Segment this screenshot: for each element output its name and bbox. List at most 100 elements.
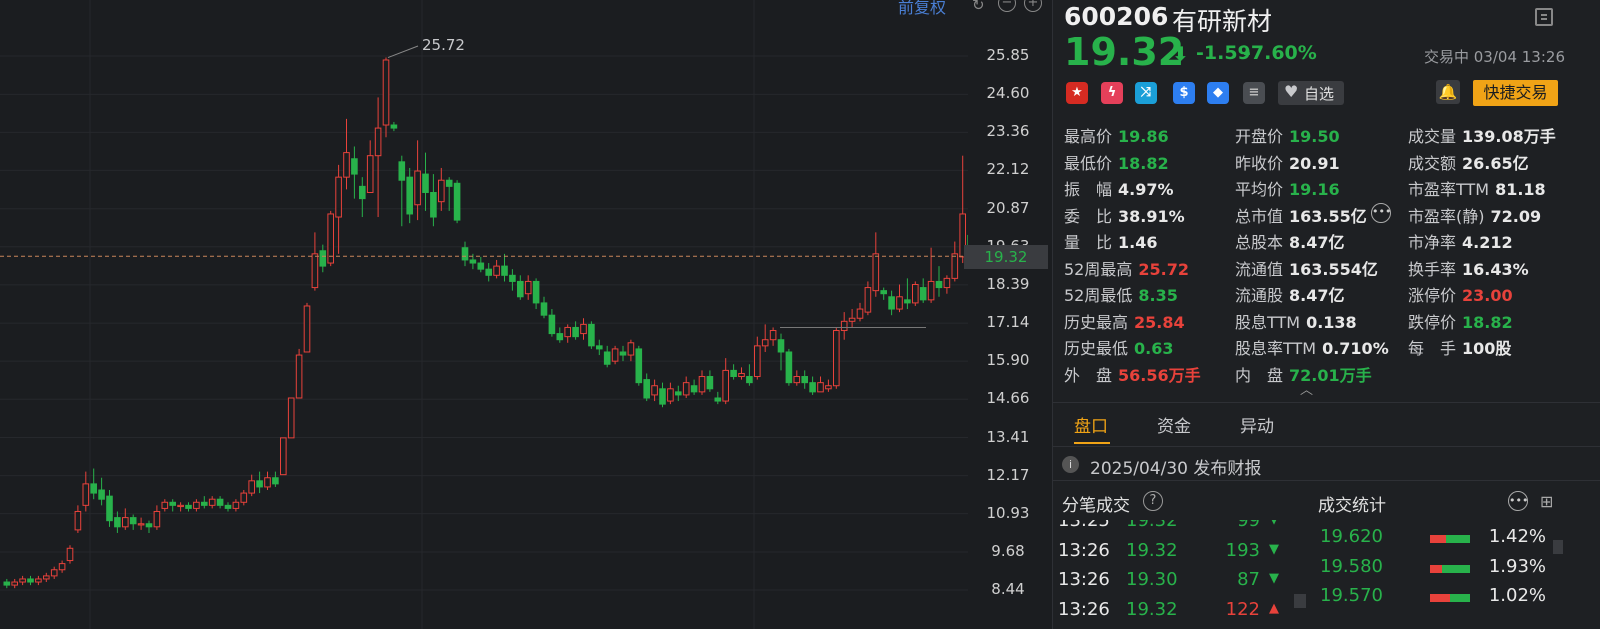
stats-more-icon[interactable]: ••• — [1508, 491, 1528, 511]
adjust-mode-label[interactable]: 前复权 — [898, 0, 946, 18]
price-axis-tick: 15.90 — [986, 351, 1030, 370]
candle-body — [730, 369, 737, 378]
collapse-chevron-icon[interactable]: ︿ — [1300, 379, 1313, 398]
stat-bar — [1430, 594, 1470, 602]
stat-label: 换手率 — [1408, 259, 1457, 279]
candle-body — [445, 179, 453, 187]
candle-body — [422, 173, 429, 193]
candle-body — [675, 391, 682, 396]
trade-price: 19.32 — [1126, 520, 1178, 531]
stat-item: 总市值 163.55亿 — [1235, 203, 1367, 227]
grid-icon[interactable]: ⊞ — [1540, 492, 1553, 511]
stat-item: 开盘价 19.50 — [1235, 123, 1340, 147]
down-arrow-icon: ⬇ — [1172, 42, 1189, 66]
current-price-tag: 19.32 — [964, 245, 1048, 269]
notes-icon[interactable]: ≡ — [1243, 82, 1265, 104]
stat-pct: 1.93% — [1488, 555, 1546, 577]
connect-icon[interactable]: ⤨ — [1135, 82, 1157, 104]
candle-body — [761, 339, 769, 347]
candle-body — [43, 575, 50, 580]
candle-body — [193, 501, 200, 509]
add-watchlist-button[interactable]: ♥ 自选 — [1278, 81, 1344, 105]
trades-list[interactable]: 13:25 19.32 99 ▼ 13:26 19.32 193 ▼ 13:26 19.30 87 ▼… — [1052, 520, 1312, 629]
candle-body — [777, 339, 785, 353]
stat-item: 52周最高 25.72 — [1064, 256, 1189, 280]
stat-item: 委 比 38.91% — [1064, 203, 1185, 227]
volume-stat-row: 19.570 1.02% — [1318, 585, 1588, 611]
candle-body — [817, 382, 824, 393]
price-axis-tick: 10.93 — [986, 503, 1030, 522]
candle-body — [572, 326, 579, 338]
notice-text[interactable]: 2025/04/30 发布财报 — [1090, 454, 1261, 479]
stat-label: 总股本 — [1235, 233, 1284, 252]
panel-toggle-icon[interactable] — [1535, 8, 1553, 26]
candle-body — [896, 296, 903, 310]
candle-body — [848, 317, 856, 322]
stat-label: 流通值 — [1235, 259, 1284, 279]
trade-row: 13:26 19.32 193 ▼ — [1052, 540, 1312, 566]
china-flag-icon[interactable]: ★ — [1066, 82, 1088, 104]
more-icon[interactable]: ••• — [1371, 203, 1391, 223]
stat-label: 成交额 — [1408, 153, 1457, 173]
stat-label: 跌停价 — [1408, 312, 1457, 332]
tab-2[interactable]: 异动 — [1240, 412, 1274, 437]
trade-time: 13:26 — [1058, 569, 1110, 590]
candle-body — [287, 397, 295, 439]
stat-item: 历史最低 0.63 — [1064, 335, 1174, 359]
candle-body — [919, 287, 927, 301]
candle-body — [690, 385, 698, 393]
stat-item: 外 盘 56.56万手 — [1064, 362, 1201, 386]
candle-body — [722, 369, 730, 402]
candle-body — [161, 501, 169, 509]
candle-body — [114, 517, 121, 528]
candle-body — [754, 345, 761, 378]
candle-body — [517, 280, 524, 298]
trade-status: 交易中 03/04 13:26 — [1424, 48, 1565, 66]
stat-label: 最低价 — [1064, 153, 1113, 173]
zoom-out-icon[interactable]: − — [998, 0, 1016, 12]
stat-item: 振 幅 4.97% — [1064, 176, 1174, 200]
stat-label: 委 比 — [1064, 206, 1113, 226]
candle-body — [201, 501, 208, 506]
stat-value: 23.00 — [1462, 286, 1513, 305]
tag-icon[interactable]: ◆ — [1207, 82, 1229, 104]
tab-0[interactable]: 盘口 — [1074, 412, 1108, 437]
candle-body — [248, 480, 255, 494]
scroll-handle[interactable] — [1553, 540, 1563, 554]
quick-trade-button[interactable]: 快捷交易 — [1473, 80, 1558, 106]
candle-body — [872, 253, 880, 292]
stat-pct: 1.42% — [1488, 526, 1546, 547]
stat-value: 19.86 — [1118, 127, 1169, 146]
dollar-icon[interactable]: $ — [1173, 82, 1195, 104]
candle-body — [3, 581, 11, 586]
stat-value: 0.138 — [1306, 312, 1357, 332]
candle-body — [50, 569, 58, 577]
stat-value: 4.212 — [1462, 233, 1513, 252]
candle-body — [825, 385, 832, 390]
candle-body — [335, 176, 342, 218]
reset-icon[interactable]: ↻ — [972, 0, 985, 14]
candle-body — [461, 247, 469, 261]
stat-value: 0.63 — [1134, 339, 1174, 358]
help-icon[interactable]: ? — [1143, 491, 1163, 511]
candle-body — [588, 323, 595, 347]
stat-item: 昨收价 20.91 — [1235, 150, 1340, 174]
kline-chart[interactable]: 前复权 25.72 — [0, 0, 982, 629]
bell-icon[interactable]: 🔔 — [1436, 80, 1460, 104]
tab-1[interactable]: 资金 — [1157, 412, 1191, 437]
candle-body — [469, 259, 477, 264]
candle-body — [809, 382, 816, 393]
candle-body — [398, 161, 406, 181]
stat-item: 换手率 16.43% — [1408, 256, 1529, 280]
stats-title: 成交统计 — [1318, 496, 1386, 516]
scroll-handle[interactable] — [1294, 594, 1306, 608]
candle-body — [477, 262, 485, 270]
candle-body — [580, 323, 587, 335]
margin-trading-icon[interactable]: ϟ — [1101, 82, 1123, 104]
zoom-in-icon[interactable]: + — [1024, 0, 1042, 12]
stat-item: 成交量 139.08万手 — [1408, 123, 1556, 147]
candle-body — [509, 274, 516, 282]
candle-body — [129, 517, 137, 525]
candle-body — [501, 265, 508, 276]
stat-value: 19.50 — [1289, 127, 1340, 146]
